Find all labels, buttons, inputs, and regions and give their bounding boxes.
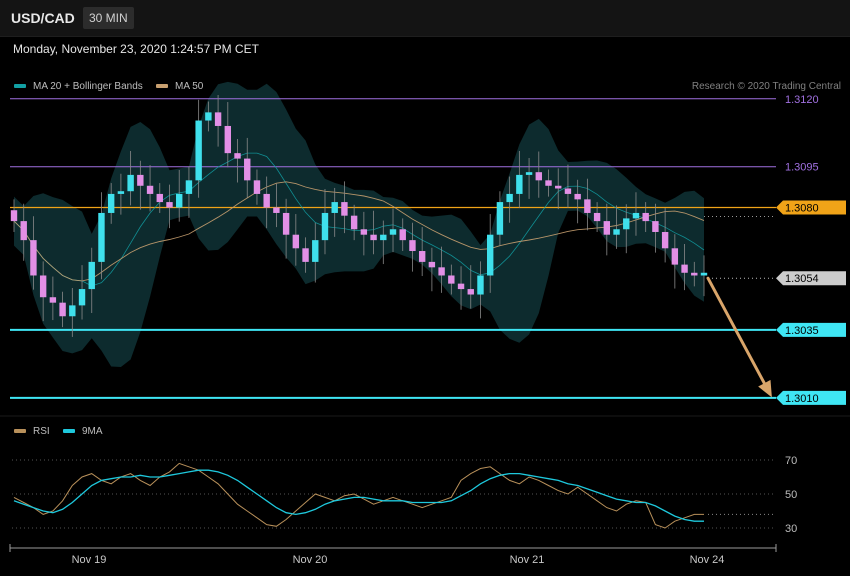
rsi-9ma-line (13, 469, 704, 522)
candle-body (496, 202, 504, 235)
candle-body (282, 212, 290, 235)
candle-body (341, 202, 348, 216)
candle-body (166, 202, 173, 208)
rsi-line (13, 462, 704, 529)
candle-body (331, 202, 338, 213)
candle-body (98, 212, 105, 262)
candle-body (360, 229, 368, 235)
candle-body (457, 283, 465, 290)
candle-body (642, 212, 649, 222)
candle-body (486, 234, 494, 276)
candle-body (321, 212, 329, 241)
x-tick-label: Nov 21 (510, 554, 545, 566)
candle-body (584, 199, 591, 213)
candle-body (399, 229, 406, 241)
candle-body (156, 193, 163, 203)
candle-body (681, 264, 688, 273)
candle-body (244, 158, 251, 181)
level-label: 1.3010 (785, 393, 819, 405)
bollinger-band (14, 81, 704, 367)
candle-body (545, 180, 552, 186)
level-tag-pivot: 1.3080 (776, 200, 846, 215)
level-label: 1.3054 (785, 273, 819, 285)
candle-body (20, 221, 27, 241)
candle-body (691, 272, 698, 276)
candle-body (555, 185, 562, 189)
candle-body (49, 297, 57, 303)
candle-body (516, 174, 523, 194)
candle-body (30, 240, 37, 276)
candle-body (370, 234, 377, 241)
candle-body (312, 240, 319, 262)
candle-body (438, 267, 445, 276)
candle-body (564, 188, 572, 194)
candle-body (467, 289, 474, 295)
candle-body (137, 174, 144, 186)
candle-body (574, 193, 581, 200)
candle-body (39, 275, 47, 298)
candle-body (195, 120, 202, 181)
candle-body (176, 193, 183, 208)
forecast-arrow (706, 276, 772, 396)
candle-body (389, 229, 397, 235)
candle-body (350, 215, 358, 230)
candle-body (623, 218, 630, 230)
level-tag-last: 1.3054 (776, 271, 846, 286)
level-label: 1.3095 (785, 162, 819, 174)
rsi-tick-label: 70 (785, 455, 797, 467)
candle-body (613, 229, 620, 235)
candle-body (185, 180, 193, 194)
candle-body (78, 289, 86, 306)
candle-body (409, 240, 416, 252)
candle-body (700, 272, 708, 276)
candle-body (214, 112, 222, 126)
candle-body (234, 153, 241, 159)
candle-body (603, 221, 611, 235)
candle-body (506, 193, 513, 203)
price-chart[interactable]: 1.3120 1.3095 1.3080 1.3054 1.3035 1.3010 70 5… (0, 0, 850, 576)
level-label: 1.3035 (785, 325, 819, 337)
x-tick-label: Nov 19 (72, 554, 107, 566)
candle-body (593, 212, 601, 222)
candle-body (661, 231, 669, 249)
candle-body (273, 207, 280, 213)
candle-body (146, 185, 154, 194)
candle-body (107, 193, 115, 213)
candle-body (428, 261, 436, 268)
rsi-tick-label: 50 (785, 489, 797, 501)
candle-body (535, 172, 542, 181)
candle-body (418, 251, 426, 262)
level-tag-support: 1.3010 (776, 390, 846, 405)
candle-body (205, 112, 212, 121)
rsi-tick-label: 30 (785, 523, 797, 535)
candle-body (380, 234, 387, 241)
x-tick-label: Nov 24 (690, 554, 725, 566)
candle-body (10, 210, 18, 222)
candle-body (525, 172, 533, 175)
candle-body (652, 221, 659, 232)
candle-body (127, 174, 134, 192)
candle-body (632, 212, 640, 219)
candle-body (224, 125, 232, 154)
candle-body (477, 275, 484, 295)
level-label: 1.3120 (785, 94, 819, 106)
candle-body (253, 180, 261, 194)
x-tick-label: Nov 20 (293, 554, 328, 566)
candle-body (302, 248, 309, 262)
candle-body (59, 302, 66, 317)
candle-body (117, 191, 125, 194)
level-label: 1.3080 (785, 203, 819, 215)
level-tag-support: 1.3035 (776, 322, 846, 337)
candle-body (263, 193, 270, 208)
candle-body (671, 248, 679, 265)
candle-body (88, 261, 95, 290)
candle-body (69, 305, 76, 317)
candle-body (448, 275, 455, 284)
candle-body (292, 234, 300, 249)
